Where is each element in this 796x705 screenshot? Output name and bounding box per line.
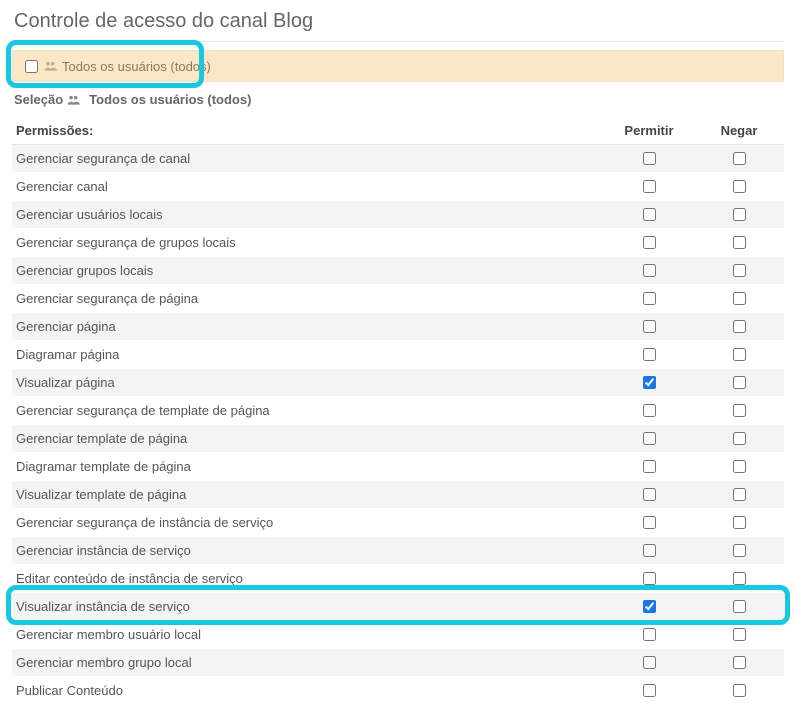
deny-checkbox[interactable] xyxy=(733,292,746,305)
deny-checkbox[interactable] xyxy=(733,320,746,333)
permission-label: Gerenciar usuários locais xyxy=(12,201,604,229)
deny-checkbox[interactable] xyxy=(733,488,746,501)
allow-checkbox[interactable] xyxy=(643,432,656,445)
allow-checkbox[interactable] xyxy=(643,600,656,613)
table-row: Gerenciar página xyxy=(12,313,784,341)
table-row: Gerenciar segurança de instância de serv… xyxy=(12,509,784,537)
permission-label: Gerenciar grupos locais xyxy=(12,257,604,285)
permission-label: Diagramar template de página xyxy=(12,453,604,481)
allow-checkbox[interactable] xyxy=(643,656,656,669)
selection-prefix: Seleção xyxy=(14,92,63,107)
allow-checkbox[interactable] xyxy=(643,376,656,389)
allow-checkbox[interactable] xyxy=(643,516,656,529)
table-row: Gerenciar usuários locais xyxy=(12,201,784,229)
table-row: Gerenciar segurança de canal xyxy=(12,145,784,173)
col-permissions: Permissões: xyxy=(12,117,604,145)
group-select-checkbox[interactable] xyxy=(25,60,38,73)
allow-checkbox[interactable] xyxy=(643,404,656,417)
permission-label: Gerenciar segurança de template de págin… xyxy=(12,397,604,425)
table-row: Diagramar template de página xyxy=(12,453,784,481)
allow-checkbox[interactable] xyxy=(643,180,656,193)
permission-label: Visualizar instância de serviço xyxy=(12,593,604,621)
selection-summary: Seleção Todos os usuários (todos) xyxy=(0,82,796,111)
permissions-table: Permissões: Permitir Negar Gerenciar seg… xyxy=(12,117,784,705)
group-row[interactable]: Todos os usuários (todos) xyxy=(12,50,784,82)
allow-checkbox[interactable] xyxy=(643,572,656,585)
table-row: Gerenciar membro grupo local xyxy=(12,649,784,677)
deny-checkbox[interactable] xyxy=(733,348,746,361)
deny-checkbox[interactable] xyxy=(733,180,746,193)
allow-checkbox[interactable] xyxy=(643,684,656,697)
deny-checkbox[interactable] xyxy=(733,432,746,445)
permission-label: Gerenciar segurança de canal xyxy=(12,145,604,173)
table-row: Visualizar instância de serviço xyxy=(12,593,784,621)
permission-label: Gerenciar segurança de página xyxy=(12,285,604,313)
deny-checkbox[interactable] xyxy=(733,460,746,473)
deny-checkbox[interactable] xyxy=(733,236,746,249)
deny-checkbox[interactable] xyxy=(733,544,746,557)
table-row: Publicar Conteúdo xyxy=(12,677,784,705)
deny-checkbox[interactable] xyxy=(733,264,746,277)
allow-checkbox[interactable] xyxy=(643,152,656,165)
allow-checkbox[interactable] xyxy=(643,460,656,473)
table-row: Visualizar página xyxy=(12,369,784,397)
permission-label: Publicar Conteúdo xyxy=(12,677,604,705)
deny-checkbox[interactable] xyxy=(733,600,746,613)
deny-checkbox[interactable] xyxy=(733,684,746,697)
col-deny: Negar xyxy=(694,117,784,145)
allow-checkbox[interactable] xyxy=(643,628,656,641)
permission-label: Gerenciar canal xyxy=(12,173,604,201)
permission-label: Gerenciar página xyxy=(12,313,604,341)
deny-checkbox[interactable] xyxy=(733,516,746,529)
permission-label: Diagramar página xyxy=(12,341,604,369)
permission-label: Gerenciar instância de serviço xyxy=(12,537,604,565)
table-row: Gerenciar segurança de template de págin… xyxy=(12,397,784,425)
table-row: Gerenciar instância de serviço xyxy=(12,537,784,565)
group-label: Todos os usuários (todos) xyxy=(62,59,211,74)
table-row: Gerenciar segurança de grupos locais xyxy=(12,229,784,257)
permission-label: Gerenciar membro usuário local xyxy=(12,621,604,649)
table-row: Diagramar página xyxy=(12,341,784,369)
allow-checkbox[interactable] xyxy=(643,348,656,361)
deny-checkbox[interactable] xyxy=(733,628,746,641)
allow-checkbox[interactable] xyxy=(643,264,656,277)
deny-checkbox[interactable] xyxy=(733,404,746,417)
allow-checkbox[interactable] xyxy=(643,320,656,333)
permission-label: Editar conteúdo de instância de serviço xyxy=(12,565,604,593)
permission-label: Visualizar template de página xyxy=(12,481,604,509)
allow-checkbox[interactable] xyxy=(643,292,656,305)
table-row: Editar conteúdo de instância de serviço xyxy=(12,565,784,593)
divider xyxy=(12,41,784,42)
users-icon xyxy=(44,60,58,72)
selection-group: Todos os usuários (todos) xyxy=(89,92,251,107)
allow-checkbox[interactable] xyxy=(643,488,656,501)
permission-label: Gerenciar template de página xyxy=(12,425,604,453)
allow-checkbox[interactable] xyxy=(643,208,656,221)
col-allow: Permitir xyxy=(604,117,694,145)
table-row: Gerenciar segurança de página xyxy=(12,285,784,313)
table-row: Gerenciar grupos locais xyxy=(12,257,784,285)
allow-checkbox[interactable] xyxy=(643,544,656,557)
deny-checkbox[interactable] xyxy=(733,208,746,221)
deny-checkbox[interactable] xyxy=(733,656,746,669)
deny-checkbox[interactable] xyxy=(733,572,746,585)
table-row: Gerenciar canal xyxy=(12,173,784,201)
permission-label: Visualizar página xyxy=(12,369,604,397)
deny-checkbox[interactable] xyxy=(733,376,746,389)
permission-label: Gerenciar segurança de grupos locais xyxy=(12,229,604,257)
allow-checkbox[interactable] xyxy=(643,236,656,249)
permission-label: Gerenciar membro grupo local xyxy=(12,649,604,677)
users-icon xyxy=(67,94,81,106)
table-row: Gerenciar template de página xyxy=(12,425,784,453)
page-title: Controle de acesso do canal Blog xyxy=(0,0,796,39)
permission-label: Gerenciar segurança de instância de serv… xyxy=(12,509,604,537)
table-row: Visualizar template de página xyxy=(12,481,784,509)
table-row: Gerenciar membro usuário local xyxy=(12,621,784,649)
deny-checkbox[interactable] xyxy=(733,152,746,165)
